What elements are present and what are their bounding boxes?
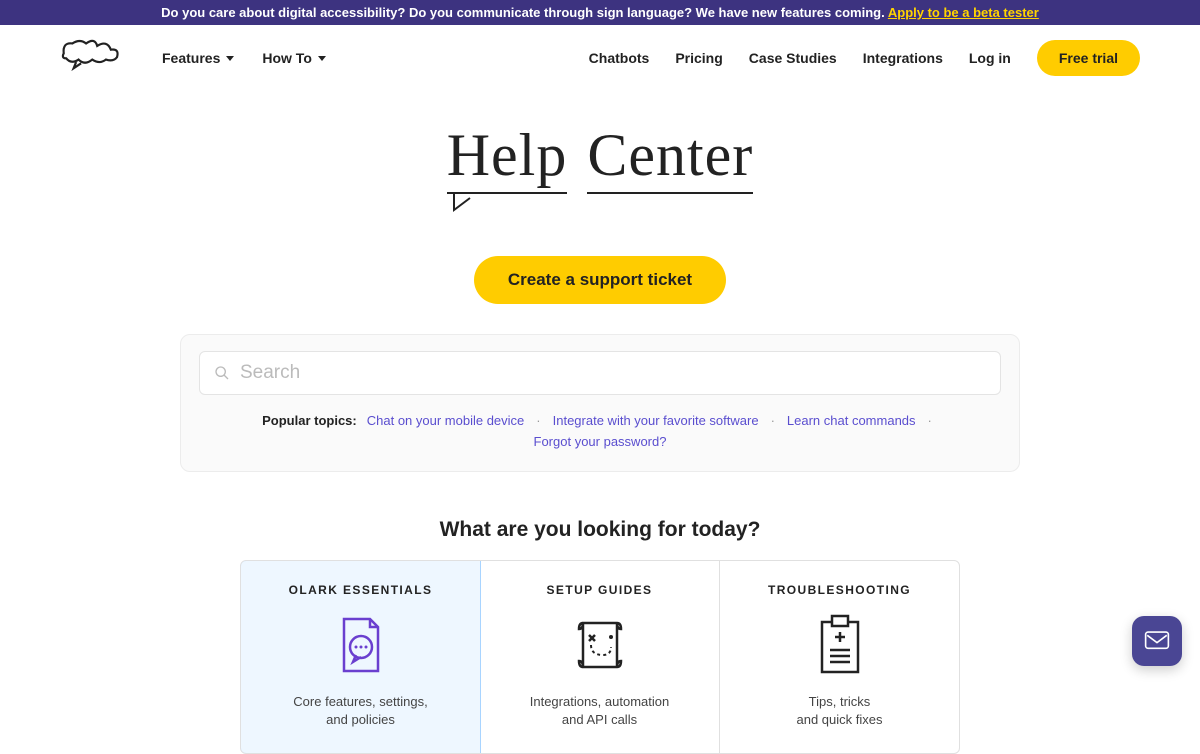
card-essentials[interactable]: OLARK ESSENTIALS Core features, settings… [240, 560, 481, 754]
clipboard-icon [736, 611, 943, 679]
nav-features[interactable]: Features [162, 50, 234, 66]
search-panel: Popular topics: Chat on your mobile devi… [180, 334, 1020, 472]
nav-howto-label: How To [262, 50, 312, 66]
chevron-down-icon [318, 56, 326, 61]
banner-text: Do you care about digital accessibility?… [161, 5, 888, 20]
nav-right-group: Chatbots Pricing Case Studies Integratio… [589, 40, 1140, 76]
chevron-down-icon [226, 56, 234, 61]
speech-tail-icon [420, 194, 780, 214]
nav-pricing[interactable]: Pricing [675, 50, 722, 66]
card-desc: Tips, tricks and quick fixes [736, 693, 943, 729]
card-setup[interactable]: SETUP GUIDES Integrations, automation an… [480, 561, 720, 753]
main-nav: Features How To Chatbots Pricing Case St… [0, 25, 1200, 91]
card-title: SETUP GUIDES [496, 583, 703, 597]
mail-icon [1144, 630, 1170, 652]
hero-center: Center [587, 121, 753, 194]
separator-dot: · [771, 413, 775, 428]
card-desc: Core features, settings, and policies [257, 693, 464, 729]
search-icon [214, 365, 230, 381]
separator-dot: · [928, 413, 932, 428]
nav-left-group: Features How To [162, 50, 326, 66]
card-desc: Integrations, automation and API calls [496, 693, 703, 729]
nav-howto[interactable]: How To [262, 50, 326, 66]
popular-topics: Popular topics: Chat on your mobile devi… [199, 413, 1001, 449]
document-chat-icon [257, 611, 464, 679]
hero-help: Help [447, 121, 568, 194]
popular-link-commands[interactable]: Learn chat commands [787, 413, 916, 428]
free-trial-button[interactable]: Free trial [1037, 40, 1140, 76]
nav-login[interactable]: Log in [969, 50, 1011, 66]
popular-link-integrate[interactable]: Integrate with your favorite software [553, 413, 759, 428]
banner-link[interactable]: Apply to be a beta tester [888, 5, 1039, 20]
popular-link-mobile[interactable]: Chat on your mobile device [367, 413, 525, 428]
search-box[interactable] [199, 351, 1001, 395]
treasure-map-icon [496, 611, 703, 679]
card-title: TROUBLESHOOTING [736, 583, 943, 597]
card-troubleshooting[interactable]: TROUBLESHOOTING Tips, tricks and quick f… [720, 561, 959, 753]
nav-features-label: Features [162, 50, 220, 66]
cta-section: Create a support ticket [0, 256, 1200, 304]
search-input[interactable] [240, 362, 986, 384]
nav-integrations[interactable]: Integrations [863, 50, 943, 66]
category-cards: OLARK ESSENTIALS Core features, settings… [240, 560, 960, 754]
top-banner: Do you care about digital accessibility?… [0, 0, 1200, 25]
chat-widget-button[interactable] [1132, 616, 1182, 666]
section-heading: What are you looking for today? [0, 518, 1200, 542]
create-ticket-button[interactable]: Create a support ticket [474, 256, 726, 304]
popular-label: Popular topics: [262, 413, 357, 428]
hero: Help Center [0, 91, 1200, 224]
logo[interactable] [60, 37, 122, 79]
page-title: Help Center [447, 121, 754, 194]
popular-link-password[interactable]: Forgot your password? [534, 434, 667, 449]
nav-casestudies[interactable]: Case Studies [749, 50, 837, 66]
separator-dot: · [536, 413, 540, 428]
nav-chatbots[interactable]: Chatbots [589, 50, 650, 66]
card-title: OLARK ESSENTIALS [257, 583, 464, 597]
